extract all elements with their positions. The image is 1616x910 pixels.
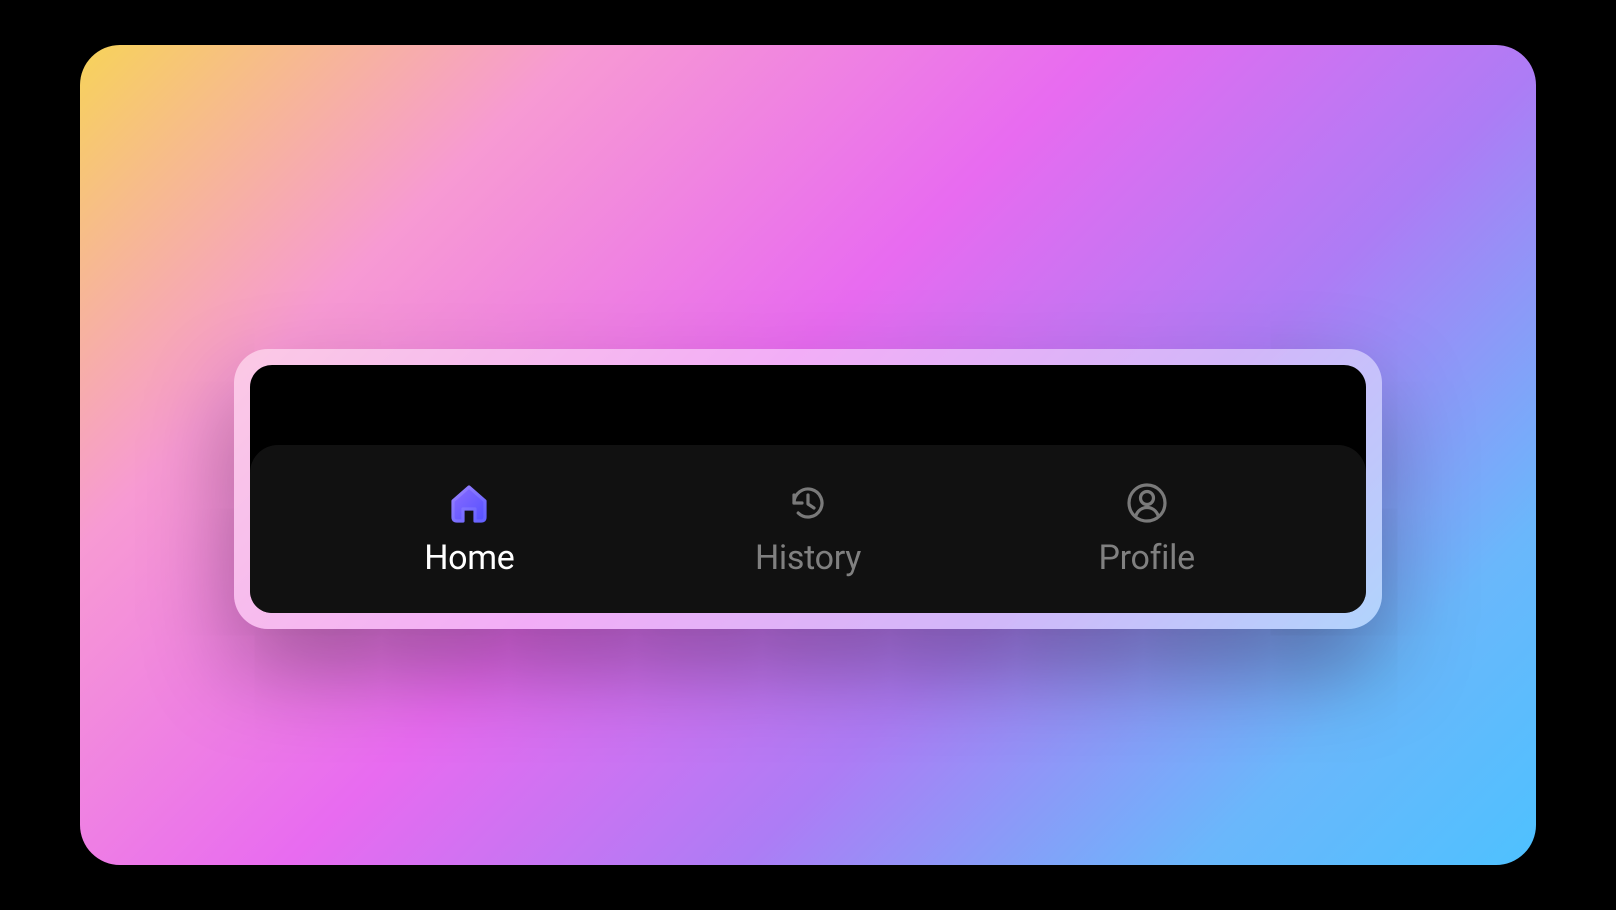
device-window: Home History: [250, 365, 1366, 613]
component-frame: Home History: [234, 349, 1382, 629]
nav-item-home[interactable]: Home: [300, 476, 639, 578]
nav-label-profile: Profile: [1099, 538, 1195, 578]
home-icon: [442, 476, 496, 530]
history-icon: [781, 476, 835, 530]
gradient-canvas: Home History: [80, 45, 1536, 865]
nav-label-home: Home: [424, 538, 514, 578]
nav-item-profile[interactable]: Profile: [977, 476, 1316, 578]
nav-item-history[interactable]: History: [639, 476, 978, 578]
profile-icon: [1120, 476, 1174, 530]
bottom-nav-bar: Home History: [250, 445, 1366, 613]
nav-label-history: History: [755, 538, 861, 578]
